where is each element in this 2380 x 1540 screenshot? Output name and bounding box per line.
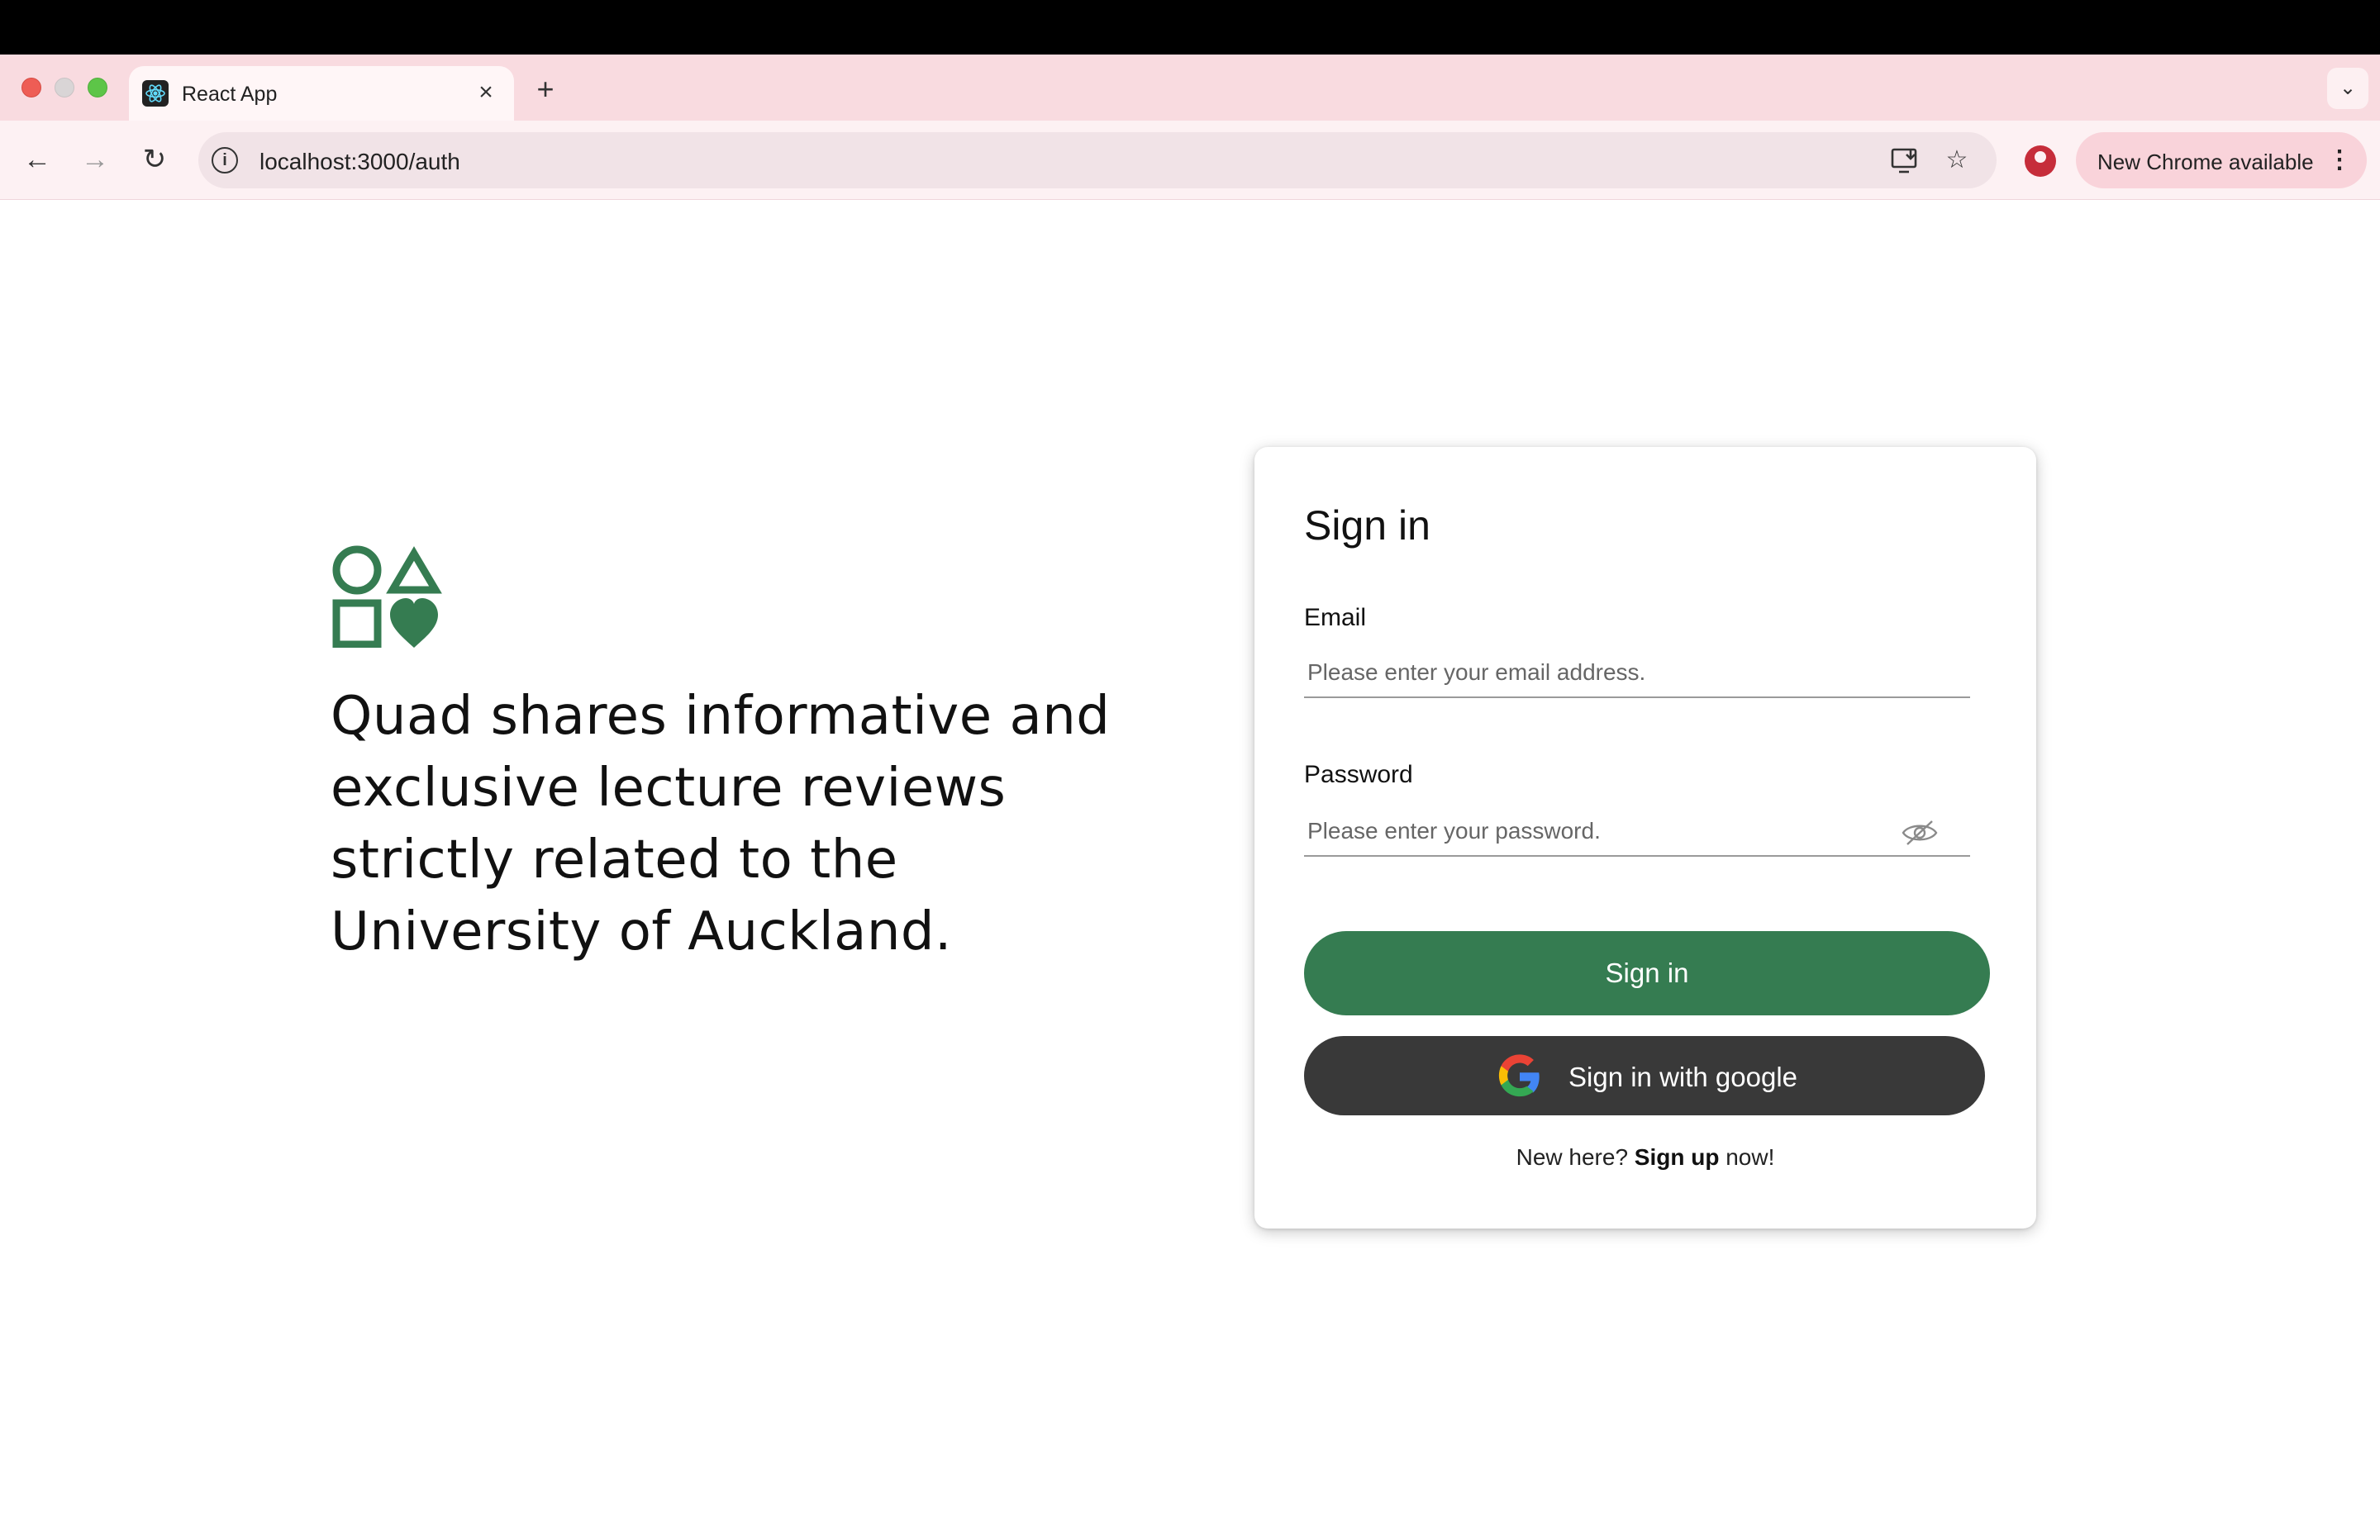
browser-tab-strip: React App × + ⌄ <box>0 55 2380 121</box>
site-info-icon[interactable]: i <box>212 147 238 173</box>
password-field[interactable] <box>1304 807 1970 857</box>
signin-card: Sign in Email Password Sign in Sign in w… <box>1254 447 2036 1229</box>
tagline-line: exclusive lecture reviews <box>331 758 1007 819</box>
back-arrow-icon[interactable]: ← <box>17 139 58 180</box>
tab-search-chevron-icon[interactable]: ⌄ <box>2327 68 2368 109</box>
shapes-logo-icon <box>332 545 442 648</box>
address-bar[interactable]: i localhost:3000/auth ☆ <box>198 132 1997 188</box>
bookmark-star-icon[interactable]: ☆ <box>1940 144 1973 177</box>
google-g-icon <box>1498 1054 1540 1097</box>
password-label: Password <box>1304 761 1413 788</box>
email-label: Email <box>1304 604 1367 631</box>
window-minimize-button[interactable] <box>55 78 74 97</box>
profile-avatar-icon[interactable] <box>2025 145 2056 177</box>
forward-arrow-icon[interactable]: → <box>74 139 116 180</box>
browser-tab-active[interactable]: React App × <box>129 66 514 121</box>
window-zoom-button[interactable] <box>88 78 107 97</box>
signup-suffix: now! <box>1719 1144 1775 1170</box>
signin-button[interactable]: Sign in <box>1304 931 1990 1015</box>
google-signin-label: Sign in with google <box>1568 1062 1798 1092</box>
hero-tagline: Quad shares informative and exclusive le… <box>331 681 1124 968</box>
eye-off-icon[interactable] <box>1901 819 1939 847</box>
email-field[interactable] <box>1304 649 1970 698</box>
signup-link[interactable]: Sign up <box>1635 1144 1720 1170</box>
chrome-update-label: New Chrome available <box>2097 150 2314 174</box>
window-close-button[interactable] <box>21 78 41 97</box>
react-favicon-icon <box>142 80 169 107</box>
browser-toolbar: ← → ↻ i localhost:3000/auth ☆ New Chrome… <box>0 121 2380 200</box>
new-tab-icon[interactable]: + <box>529 73 562 106</box>
tagline-line: strictly related to the <box>331 829 898 891</box>
signup-prompt: New here? Sign up now! <box>1254 1144 2036 1171</box>
url-text[interactable]: localhost:3000/auth <box>259 149 460 175</box>
install-app-icon[interactable] <box>1889 144 1922 177</box>
chrome-update-button[interactable]: New Chrome available ⋮ <box>2076 132 2367 188</box>
tagline-line: University of Auckland. <box>331 901 952 962</box>
tagline-line: Quad shares informative and <box>331 686 1111 747</box>
signup-prefix: New here? <box>1516 1144 1635 1170</box>
google-signin-button[interactable]: Sign in with google <box>1304 1036 1985 1115</box>
tab-close-icon[interactable]: × <box>471 78 501 107</box>
system-menu-bar <box>0 0 2380 55</box>
tab-title: React App <box>182 83 278 106</box>
signin-title: Sign in <box>1304 502 1430 549</box>
reload-icon[interactable]: ↻ <box>134 139 175 180</box>
more-menu-icon[interactable]: ⋮ <box>2327 144 2352 177</box>
